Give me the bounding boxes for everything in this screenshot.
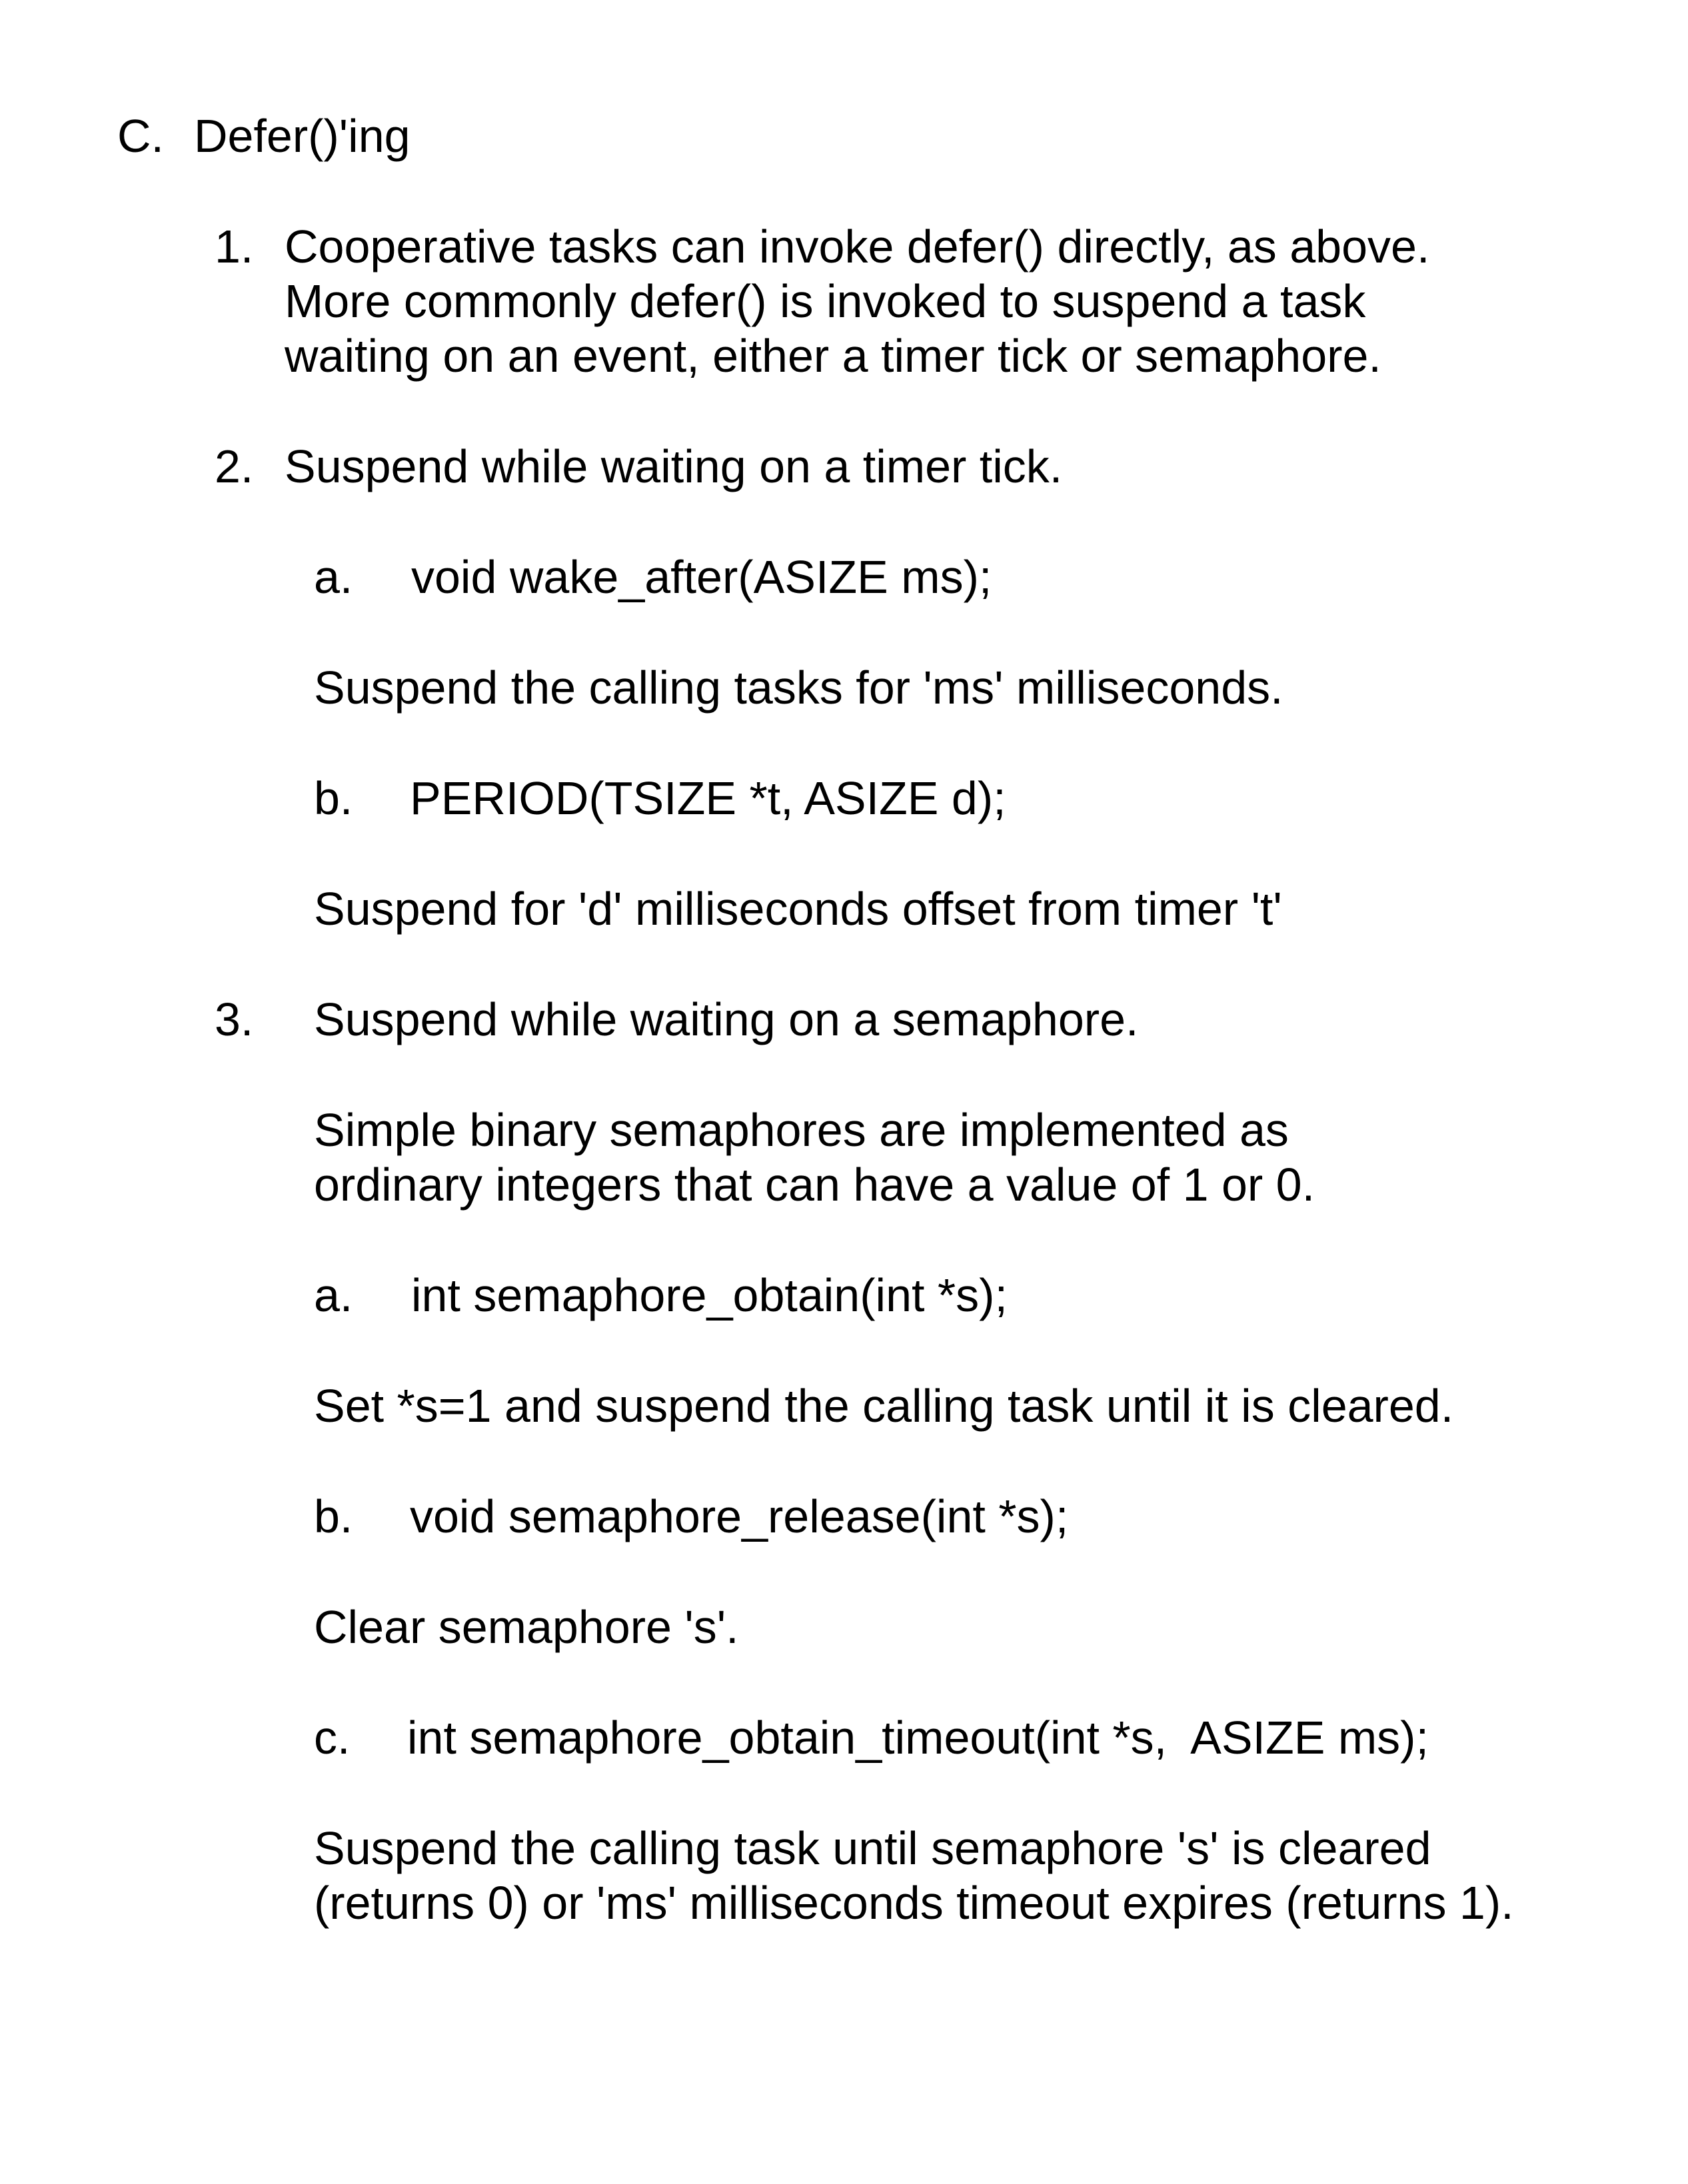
item-3a-desc: Set *s=1 and suspend the calling task un… — [314, 1380, 1454, 1432]
item-2a-desc: Suspend the calling tasks for 'ms' milli… — [314, 662, 1283, 714]
item-2b-marker: b. — [314, 772, 353, 824]
item-3-intro-line-1: Simple binary semaphores are implemented… — [314, 1104, 1289, 1156]
item-3-text: Suspend while waiting on a semaphore. — [314, 993, 1139, 1045]
item-1-line-1: Cooperative tasks can invoke defer() dir… — [285, 221, 1430, 273]
item-3c-desc-line-2: (returns 0) or 'ms' milliseconds timeout… — [314, 1877, 1514, 1929]
item-3a-marker: a. — [314, 1269, 353, 1321]
item-3-marker: 3. — [215, 993, 254, 1045]
item-3a-code: int semaphore_obtain(int *s); — [411, 1269, 1008, 1321]
item-2a-marker: a. — [314, 551, 353, 603]
item-2a-code: void wake_after(ASIZE ms); — [411, 551, 992, 603]
item-2b-code: PERIOD(TSIZE *t, ASIZE d); — [410, 772, 1006, 824]
item-3c-code: int semaphore_obtain_timeout(int *s, ASI… — [407, 1712, 1429, 1764]
item-2-text: Suspend while waiting on a timer tick. — [285, 440, 1063, 492]
item-1-marker: 1. — [215, 221, 254, 273]
item-1-line-2: More commonly defer() is invoked to susp… — [285, 275, 1366, 327]
section-title: Defer()'ing — [194, 110, 411, 162]
item-3b-code: void semaphore_release(int *s); — [410, 1490, 1069, 1542]
item-3c-desc-line-1: Suspend the calling task until semaphore… — [314, 1822, 1431, 1874]
item-1-line-3: waiting on an event, either a timer tick… — [285, 330, 1381, 382]
item-3-intro-line-2: ordinary integers that can have a value … — [314, 1159, 1315, 1211]
item-3b-desc: Clear semaphore 's'. — [314, 1601, 739, 1653]
item-2b-desc: Suspend for 'd' milliseconds offset from… — [314, 883, 1282, 935]
section-marker: C. — [117, 110, 164, 162]
item-2-marker: 2. — [215, 440, 254, 492]
item-3b-marker: b. — [314, 1490, 353, 1542]
item-3c-marker: c. — [314, 1712, 351, 1764]
